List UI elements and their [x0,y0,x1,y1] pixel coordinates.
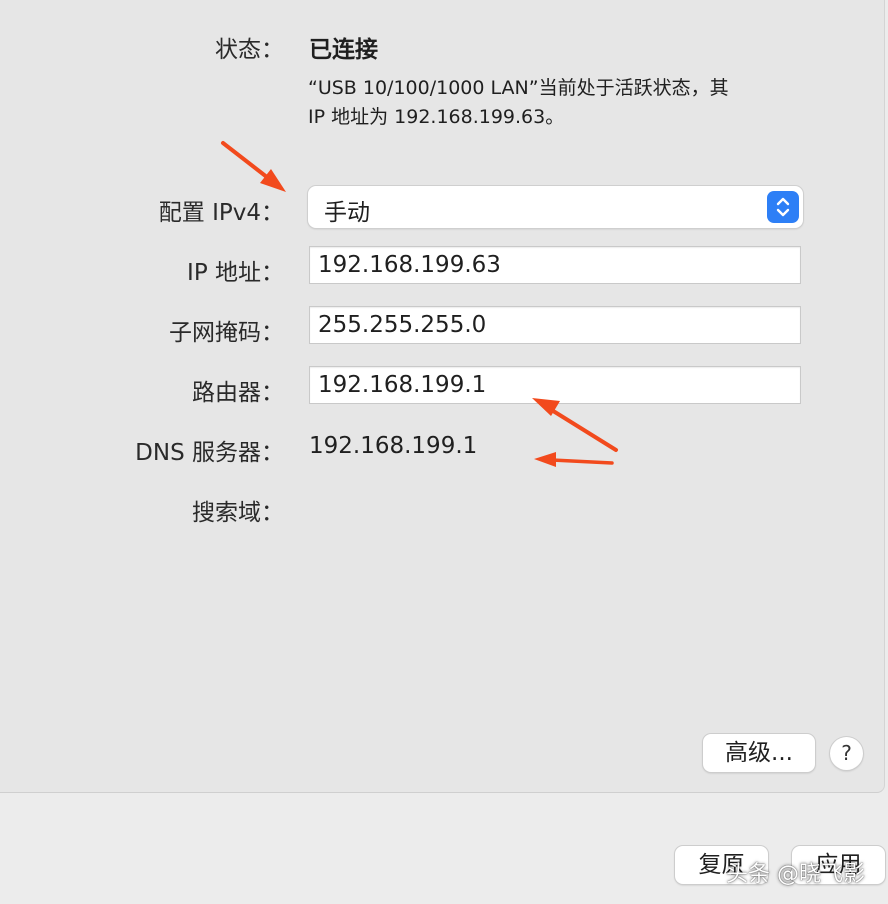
help-button[interactable]: ? [830,737,863,770]
search-domains-label: 搜索域： [192,500,284,526]
status-description-line1: “USB 10/100/1000 LAN”当前处于活跃状态，其 [308,77,729,99]
dns-value[interactable]: 192.168.199.1 [309,433,477,459]
ip-address-field[interactable] [309,246,801,284]
configure-ipv4-selected: 手动 [324,200,370,226]
configure-ipv4-label: 配置 IPv4： [158,200,284,226]
status-description-line2: IP 地址为 192.168.199.63。 [308,106,565,128]
question-mark-icon: ? [841,741,852,765]
status-value: 已连接 [309,37,378,63]
chevron-up-down-icon[interactable] [767,191,799,223]
ip-address-label: IP 地址： [187,260,284,286]
watermark: 头条 @晓飞影 [726,862,865,887]
subnet-mask-input[interactable] [310,307,800,343]
router-field[interactable] [309,366,801,404]
ip-address-input[interactable] [310,247,800,283]
status-description: “USB 10/100/1000 LAN”当前处于活跃状态，其 IP 地址为 1… [308,74,808,132]
dns-label: DNS 服务器： [135,440,284,466]
configure-ipv4-select[interactable]: 手动 [308,186,803,228]
router-input[interactable] [310,367,800,403]
subnet-mask-label: 子网掩码： [169,320,284,346]
subnet-mask-field[interactable] [309,306,801,344]
status-label: 状态： [215,37,284,63]
network-settings-panel: 状态： 已连接 “USB 10/100/1000 LAN”当前处于活跃状态，其 … [0,0,885,793]
advanced-button[interactable]: 高级... [703,734,815,772]
router-label: 路由器： [192,380,284,406]
